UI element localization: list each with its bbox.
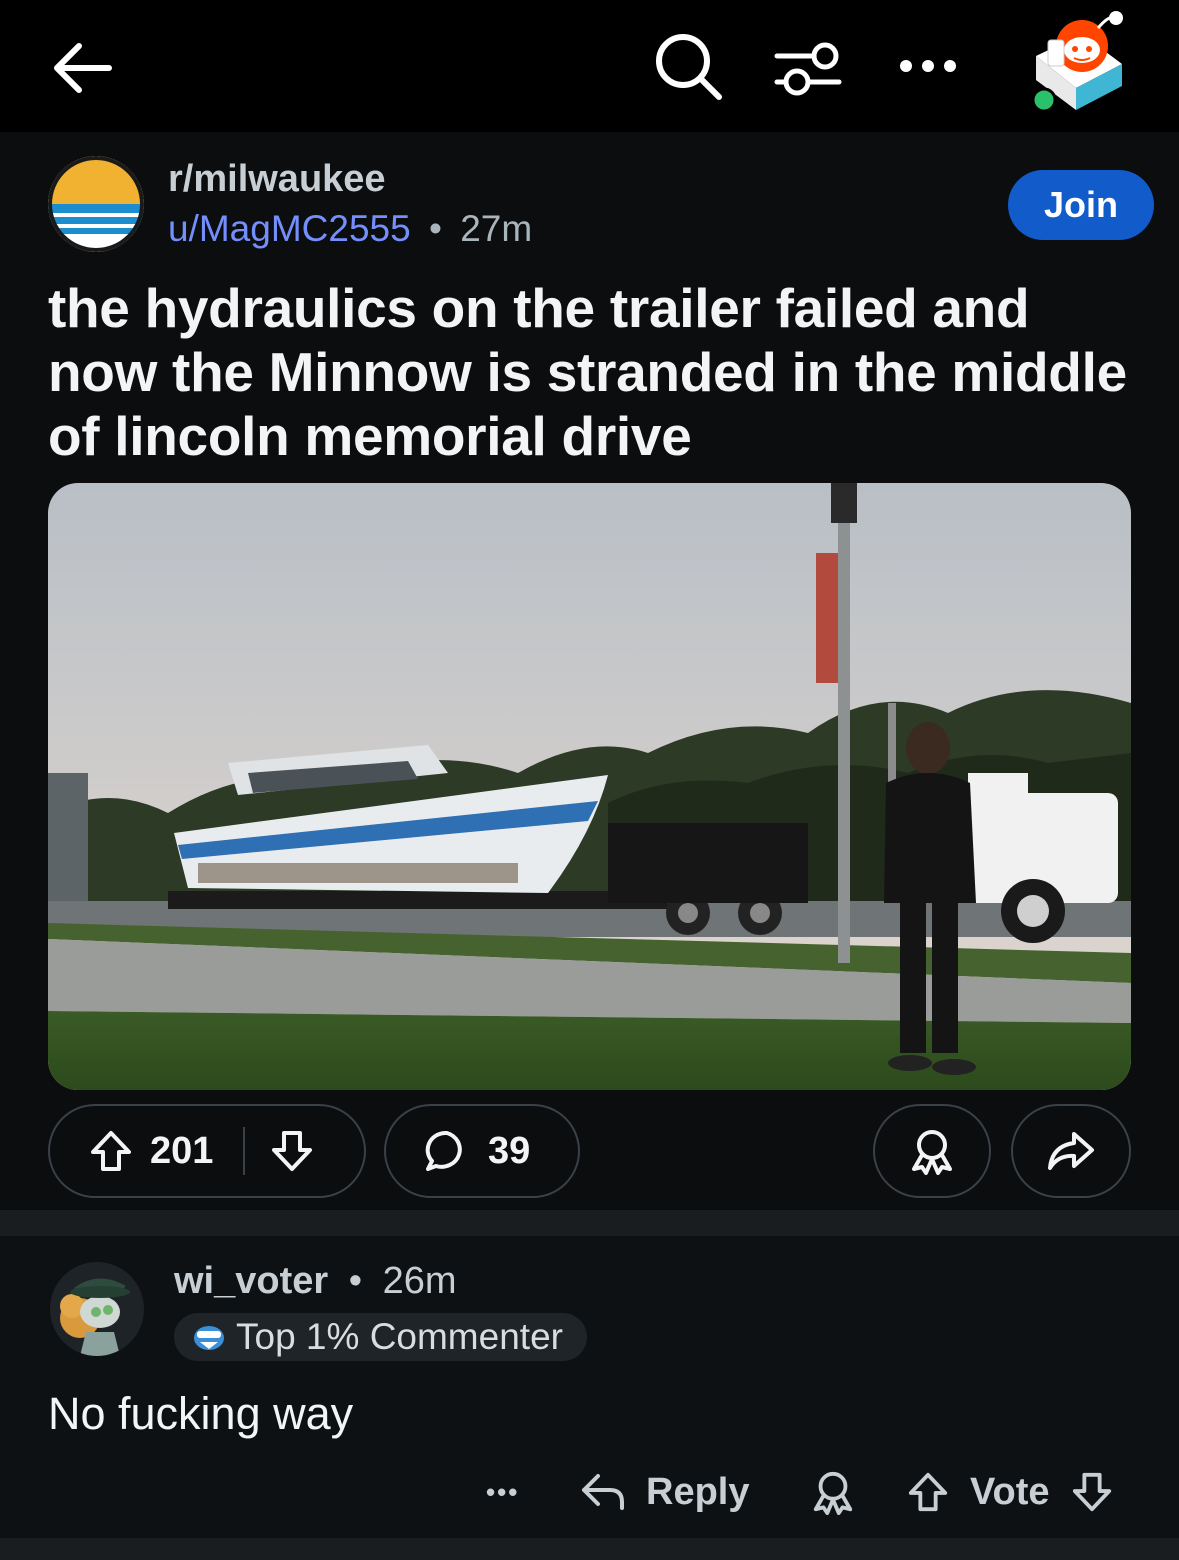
comment-upvote-icon[interactable]: [906, 1470, 950, 1514]
flair-label: Top 1% Commenter: [236, 1316, 563, 1357]
more-label: •••: [486, 1476, 520, 1507]
share-button[interactable]: [1011, 1104, 1131, 1198]
post-meta: u/MagMC2555 • 27m: [168, 208, 532, 250]
post-image[interactable]: [48, 483, 1131, 1090]
reply-icon: [580, 1472, 626, 1512]
back-arrow-icon[interactable]: [42, 28, 122, 108]
comment-award-button[interactable]: [810, 1460, 856, 1524]
comment-more-button[interactable]: •••: [486, 1460, 519, 1524]
vote-label: Vote: [970, 1470, 1050, 1513]
filter-icon[interactable]: [768, 28, 848, 108]
more-icon[interactable]: [888, 26, 968, 106]
subreddit-name[interactable]: r/milwaukee: [168, 158, 386, 201]
subreddit-icon[interactable]: [48, 156, 144, 252]
comment-award-icon: [810, 1469, 856, 1515]
comment-icon: [424, 1128, 470, 1174]
vote-divider: [243, 1127, 246, 1175]
award-button[interactable]: [873, 1104, 991, 1198]
post-author[interactable]: u/MagMC2555: [168, 208, 411, 249]
upvote-icon[interactable]: [88, 1128, 134, 1174]
downvote-icon[interactable]: [269, 1128, 315, 1174]
comment-count: 39: [488, 1129, 531, 1172]
flair-icon: [192, 1322, 226, 1352]
post-age: 27m: [460, 208, 533, 249]
comment-author[interactable]: wi_voter: [174, 1260, 328, 1302]
comment-separator: •: [348, 1260, 363, 1302]
award-icon: [908, 1127, 956, 1175]
search-icon[interactable]: [648, 26, 728, 106]
top-bar: [0, 0, 1179, 132]
comment-age: 26m: [382, 1260, 457, 1302]
comment-header: wi_voter • 26m: [174, 1260, 457, 1303]
post-title[interactable]: the hydraulics on the trailer failed and…: [48, 276, 1128, 468]
bottom-divider: [0, 1538, 1179, 1560]
comments-button[interactable]: 39: [384, 1104, 580, 1198]
meta-separator: •: [428, 208, 442, 249]
reply-button[interactable]: Reply: [580, 1460, 749, 1524]
comment-downvote-icon[interactable]: [1070, 1470, 1114, 1514]
share-icon: [1046, 1128, 1096, 1174]
vote-control: 201: [48, 1104, 366, 1198]
commenter-avatar[interactable]: [50, 1262, 144, 1356]
reply-label: Reply: [646, 1470, 750, 1513]
user-flair: Top 1% Commenter: [174, 1313, 587, 1361]
user-avatar[interactable]: [1018, 6, 1136, 118]
section-divider: [0, 1210, 1179, 1236]
comment-vote-control: Vote: [906, 1460, 1114, 1524]
upvote-count: 201: [150, 1129, 214, 1172]
join-button[interactable]: Join: [1008, 170, 1154, 240]
comment-body: No fucking way: [48, 1388, 354, 1439]
